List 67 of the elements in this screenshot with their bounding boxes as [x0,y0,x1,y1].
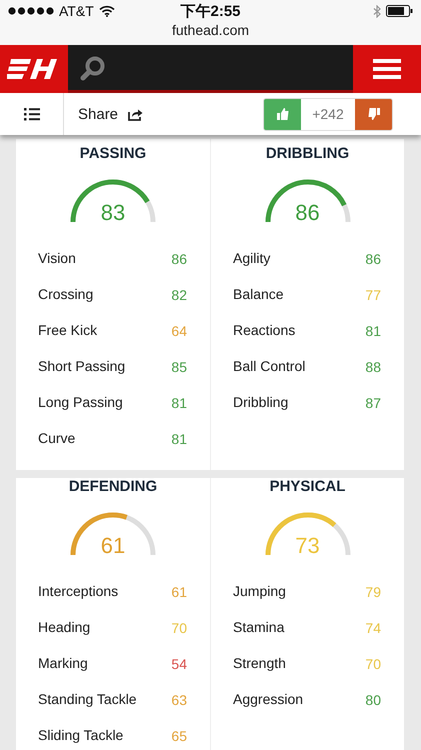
bluetooth-icon [373,4,381,18]
wifi-icon [98,5,115,17]
stat-name: Marking [38,656,88,670]
overall-rating: 83 [100,200,126,226]
stat-value: 86 [365,252,381,266]
stat-name: Jumping [233,584,286,598]
stat-name: Ball Control [233,359,306,373]
list-button[interactable] [0,93,64,135]
page-url[interactable]: futhead.com [172,22,250,38]
overall-rating: 61 [100,533,126,559]
stat-value: 85 [171,360,187,374]
stat-value: 61 [171,585,187,599]
downvote-button[interactable] [355,98,392,130]
search-icon [80,54,106,80]
stat-name: Balance [233,287,284,301]
stat-name: Free Kick [38,323,98,337]
stat-value: 88 [365,360,381,374]
menu-icon [373,58,401,80]
stat-value: 81 [171,396,187,410]
stat-name: Vision [38,251,76,265]
stat-name: Standing Tackle [38,692,137,706]
stat-name: Agility [233,251,270,265]
stat-name: Crossing [38,287,94,301]
stat-name: Short Passing [38,359,126,373]
stat-value: 54 [171,657,187,671]
stat-value: 79 [365,585,381,599]
stat-name: Aggression [233,692,304,706]
thumbs-up-icon [276,108,288,120]
stat-value: 70 [171,621,187,635]
stat-value: 64 [171,324,187,338]
stat-value: 70 [365,657,381,671]
stat-name: Interceptions [38,584,118,598]
stat-name: Dribbling [233,395,288,409]
signal-icon [8,7,54,15]
list-icon [24,108,40,120]
stat-name: Sliding Tackle [38,728,124,742]
carrier-name: AT&T [59,3,94,19]
stat-value: 74 [365,621,381,635]
stat-value: 87 [365,396,381,410]
stat-name: Heading [38,620,90,634]
section-title: PHYSICAL [270,478,346,495]
stat-value: 80 [365,693,381,707]
stat-name: Curve [38,431,76,445]
stat-value: 86 [171,252,187,266]
stat-value: 82 [171,288,187,302]
clock-time: 下午2:55 [180,2,241,20]
overall-rating: 73 [294,533,321,559]
stat-value: 81 [171,432,187,446]
battery-icon [386,5,413,17]
search-field[interactable] [68,45,353,93]
overall-rating: 86 [294,200,321,226]
stat-value: 63 [171,693,187,707]
stat-value: 81 [365,324,381,338]
stat-value: 65 [171,729,187,743]
section-title: PASSING [80,145,146,162]
stat-name: Reactions [233,323,296,337]
stat-name: Strength [233,656,286,670]
section-title: DEFENDING [68,478,158,495]
thumbs-down-icon [368,108,380,120]
menu-button[interactable] [353,45,421,93]
stat-name: Stamina [233,620,284,634]
share-icon [128,108,144,120]
section-title: DRIBBLING [266,145,350,162]
stat-value: 77 [365,288,381,302]
share-button[interactable]: Share [78,106,144,122]
upvote-button[interactable] [264,98,301,130]
stat-name: Long Passing [38,395,123,409]
